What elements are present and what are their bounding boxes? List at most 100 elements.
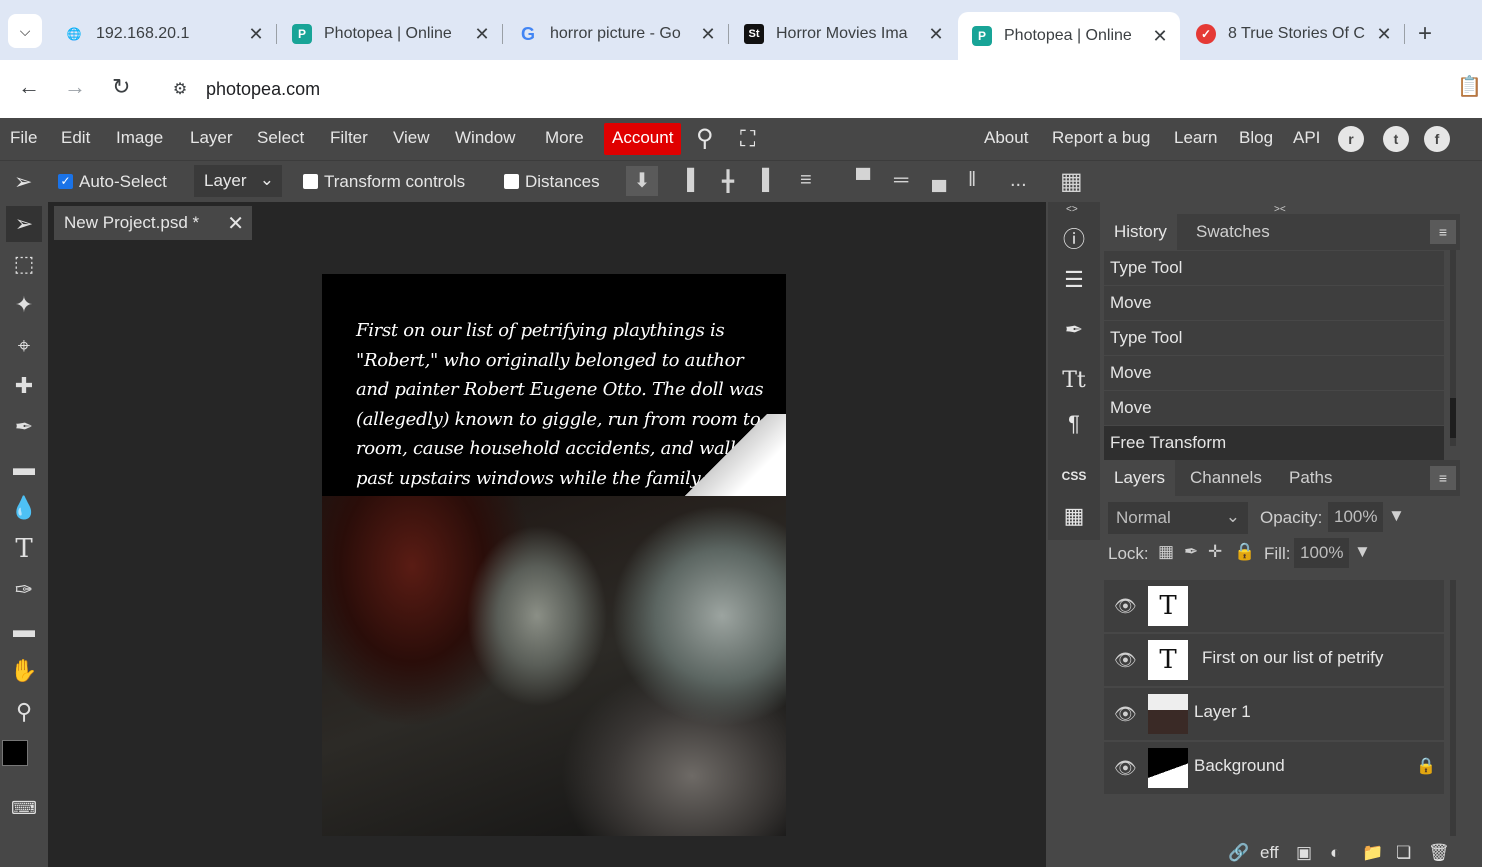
forward-arrow-icon[interactable]: → [64, 74, 86, 100]
auto-select-checkbox[interactable]: ✓ [58, 174, 73, 189]
brush-tool-icon[interactable]: ✒ [6, 409, 42, 445]
adjustments-icon[interactable]: ☰ [1058, 264, 1090, 296]
more-options-button[interactable]: ... [1010, 169, 1027, 192]
browser-tab[interactable]: St Horror Movies Ima ✕ [730, 12, 956, 56]
history-item[interactable]: Type Tool [1104, 251, 1444, 285]
eye-icon[interactable]: 👁 [1114, 650, 1137, 671]
foreground-color-swatch[interactable] [2, 740, 28, 766]
info-icon[interactable]: ⓘ [1058, 222, 1090, 254]
eye-icon[interactable]: 👁 [1114, 596, 1137, 617]
zoom-tool-icon[interactable]: ⚲ [6, 694, 42, 730]
eye-icon[interactable]: 👁 [1114, 758, 1137, 779]
panel-menu-icon[interactable]: ≡ [1430, 220, 1456, 244]
eye-icon[interactable]: 👁 [1114, 704, 1137, 725]
distribute-h-icon[interactable]: ‖ [968, 169, 976, 192]
fullscreen-icon[interactable]: ⛶ [740, 126, 755, 152]
history-scrollbar-thumb[interactable] [1450, 398, 1456, 438]
transform-controls-checkbox[interactable] [303, 174, 318, 189]
history-item[interactable]: Move [1104, 286, 1444, 320]
close-icon[interactable]: ✕ [472, 24, 492, 45]
tab-history[interactable]: History [1104, 214, 1177, 250]
close-icon[interactable]: ✕ [227, 211, 244, 236]
align-right-icon[interactable]: ▌ [762, 169, 776, 192]
document-canvas[interactable]: First on our list of petrifying playthin… [322, 274, 786, 836]
marquee-tool-icon[interactable]: ⬚ [6, 246, 42, 282]
download-icon[interactable]: ⬇ [626, 166, 658, 196]
align-center-h-icon[interactable]: ╋ [722, 169, 734, 194]
css-icon[interactable]: CSS [1058, 460, 1090, 492]
tab-search-button[interactable]: ⌵ [8, 14, 42, 48]
layer-row[interactable]: 👁 Background 🔒 [1104, 742, 1444, 794]
healing-brush-tool-icon[interactable]: ✚ [6, 368, 42, 404]
link-layers-icon[interactable]: 🔗 [1228, 843, 1249, 863]
history-item-selected[interactable]: Free Transform [1104, 426, 1444, 460]
menu-about[interactable]: About [984, 128, 1028, 148]
browser-tab[interactable]: G horror picture - Go ✕ [504, 12, 728, 56]
browser-tab-active[interactable]: P Photopea | Online ✕ [958, 12, 1180, 60]
close-icon[interactable]: ✕ [1374, 24, 1394, 45]
move-tool-icon[interactable]: ➢ [6, 206, 42, 242]
menu-view[interactable]: View [393, 128, 430, 148]
paragraph-icon[interactable]: ¶ [1058, 408, 1090, 440]
new-tab-button[interactable]: + [1418, 20, 1432, 48]
delete-layer-icon[interactable]: 🗑 [1428, 843, 1450, 863]
close-icon[interactable]: ✕ [926, 24, 946, 45]
menu-api[interactable]: API [1293, 128, 1320, 148]
menu-filter[interactable]: Filter [330, 128, 368, 148]
browser-tab[interactable]: ✓ 8 True Stories Of C ✕ [1182, 12, 1404, 56]
distances-checkbox[interactable] [504, 174, 519, 189]
lock-transparency-icon[interactable]: ▦ [1158, 542, 1174, 562]
menu-file[interactable]: File [10, 128, 37, 148]
align-top-icon[interactable]: ▀ [856, 169, 870, 192]
menu-layer[interactable]: Layer [190, 128, 233, 148]
account-button[interactable]: Account [604, 123, 682, 155]
brush-settings-icon[interactable]: ✒ [1058, 314, 1090, 346]
site-settings-icon[interactable]: ⚙ [160, 79, 200, 99]
omnibox[interactable]: ⚙ photopea.com [160, 68, 1440, 110]
lock-pixels-icon[interactable]: ✒ [1184, 542, 1198, 562]
reddit-icon[interactable]: r [1338, 126, 1364, 152]
layer-row[interactable]: 👁 T [1104, 580, 1444, 632]
layer-row[interactable]: 👁 Layer 1 [1104, 688, 1444, 740]
close-icon[interactable]: ✕ [698, 24, 718, 45]
new-layer-icon[interactable]: ❏ [1396, 843, 1411, 863]
clipboard-icon[interactable]: 📋 [1457, 74, 1482, 99]
search-icon[interactable]: ⚲ [696, 124, 714, 153]
twitter-icon[interactable]: t [1383, 126, 1409, 152]
tab-paths[interactable]: Paths [1279, 460, 1342, 496]
back-arrow-icon[interactable]: ← [18, 74, 40, 100]
type-tool-icon[interactable]: T [6, 531, 42, 567]
menu-image[interactable]: Image [116, 128, 163, 148]
blend-mode-dropdown[interactable]: Normal ⌄ [1108, 502, 1248, 534]
opacity-value[interactable]: 100% [1328, 502, 1384, 532]
blur-tool-icon[interactable]: 💧 [6, 490, 42, 526]
menu-report-bug[interactable]: Report a bug [1052, 128, 1150, 148]
menu-blog[interactable]: Blog [1239, 128, 1273, 148]
magic-wand-tool-icon[interactable]: ✦ [6, 287, 42, 323]
document-tab[interactable]: New Project.psd * ✕ [54, 206, 252, 240]
fill-value[interactable]: 100% [1294, 538, 1350, 568]
tab-layers[interactable]: Layers [1104, 460, 1176, 496]
panel-menu-icon[interactable]: ≡ [1430, 466, 1456, 490]
browser-tab[interactable]: P Photopea | Online ✕ [278, 12, 502, 56]
browser-tab[interactable]: 🌐 192.168.20.1 ✕ [50, 12, 276, 56]
layers-scrollbar[interactable] [1450, 580, 1456, 836]
menu-learn[interactable]: Learn [1174, 128, 1217, 148]
hand-tool-icon[interactable]: ✋ [6, 653, 42, 689]
expand-collapse-icon[interactable]: <> [1066, 204, 1078, 215]
layer-mask-icon[interactable]: ▣ [1296, 843, 1312, 863]
close-icon[interactable]: ✕ [246, 24, 266, 45]
menu-select[interactable]: Select [257, 128, 304, 148]
layer-row[interactable]: 👁 T First on our list of petrify [1104, 634, 1444, 686]
menu-edit[interactable]: Edit [61, 128, 90, 148]
horror-photo-layer[interactable] [322, 496, 786, 836]
history-item[interactable]: Move [1104, 356, 1444, 390]
pen-tool-icon[interactable]: ✑ [6, 572, 42, 608]
image-icon[interactable]: ▦ [1058, 500, 1090, 532]
align-left-icon[interactable]: ▐ [680, 169, 694, 192]
folder-icon[interactable]: 📁 [1362, 843, 1383, 863]
history-item[interactable]: Move [1104, 391, 1444, 425]
facebook-icon[interactable]: f [1424, 126, 1450, 152]
lock-position-icon[interactable]: ✛ [1208, 542, 1222, 562]
menu-more[interactable]: More [545, 128, 584, 148]
